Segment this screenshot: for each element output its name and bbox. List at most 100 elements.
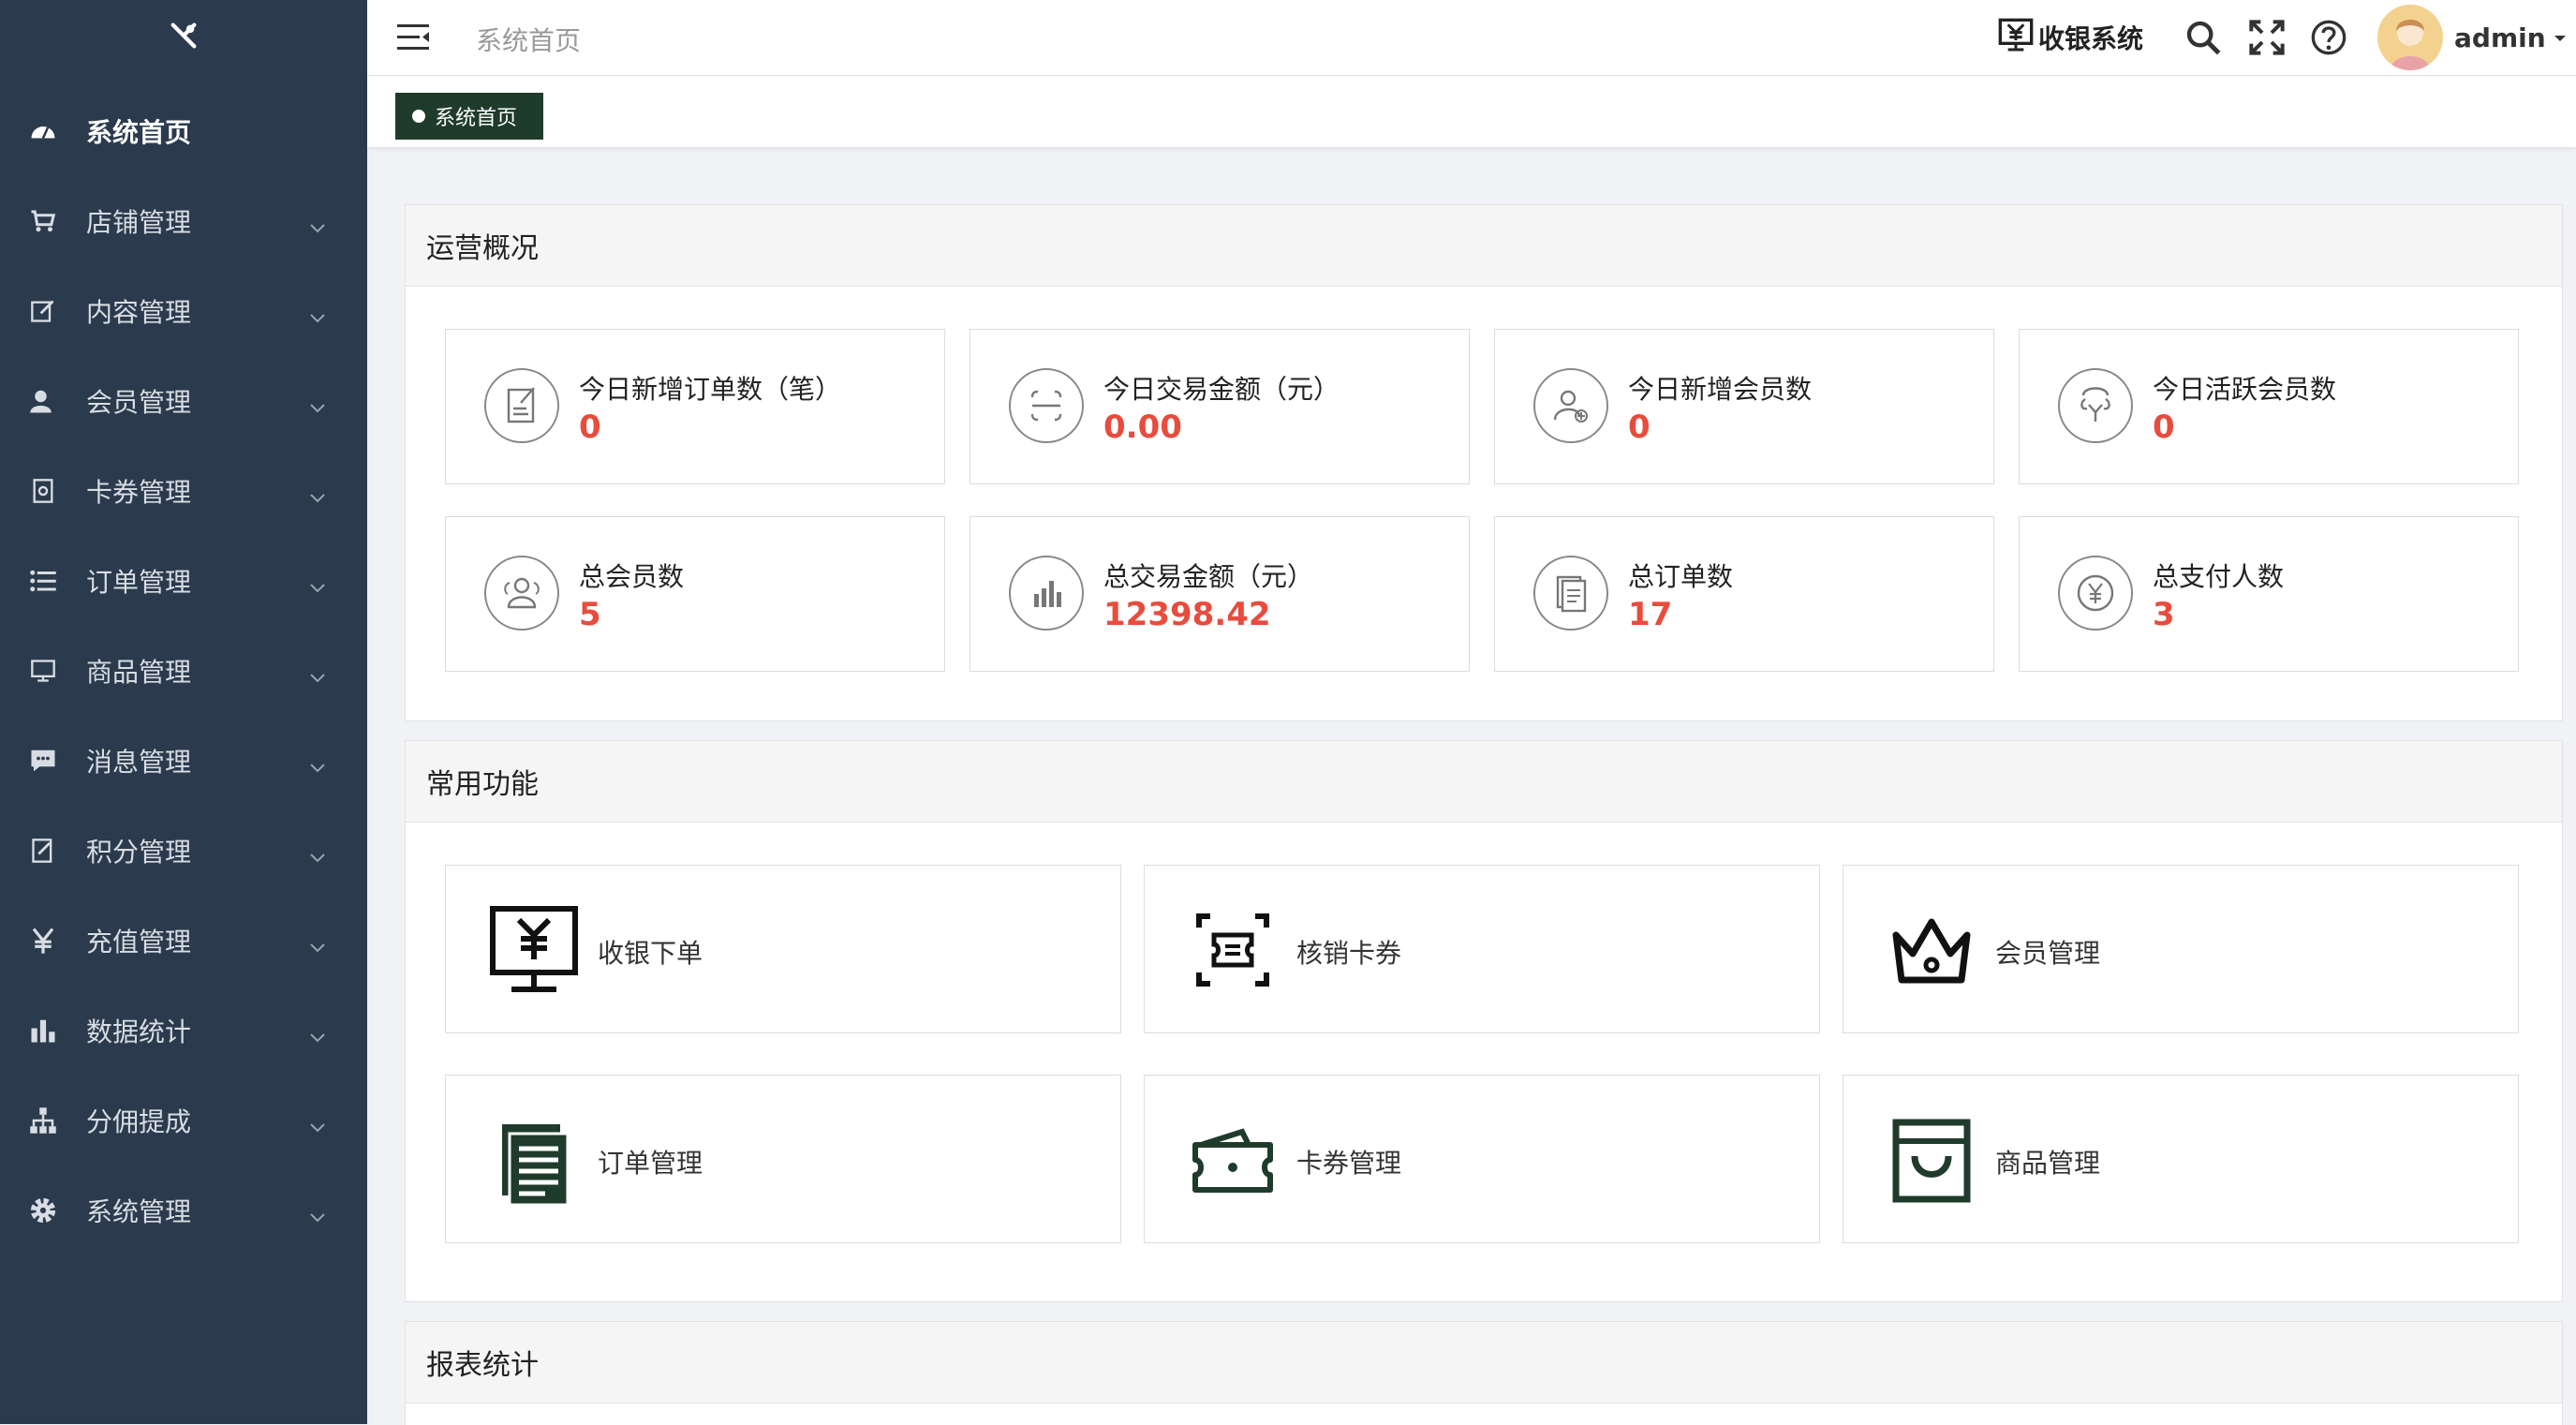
- cashier-monitor-icon: [1997, 17, 2035, 58]
- sidebar-item-label: 会员管理: [86, 387, 192, 418]
- tab-label: 系统首页: [435, 107, 518, 130]
- function-cards-button[interactable]: 卡券管理: [1144, 1075, 1820, 1243]
- chevron-down-icon: [309, 210, 326, 241]
- ticket-scan-icon: [1186, 903, 1280, 997]
- sidebar-item-label: 卡券管理: [86, 477, 192, 508]
- order-edit-icon: [483, 367, 560, 444]
- chevron-down-icon: [309, 1019, 326, 1050]
- active-member-icon: [2057, 367, 2134, 444]
- help-icon[interactable]: [2310, 19, 2347, 60]
- cashier-icon: [487, 903, 581, 997]
- search-icon[interactable]: [2184, 19, 2222, 60]
- stat-card: 今日新增会员数 0: [1494, 329, 1994, 484]
- bag-icon: [1885, 1113, 1978, 1207]
- sidebar-item-content[interactable]: 内容管理: [0, 274, 367, 349]
- bar-chart-icon: [1008, 555, 1085, 631]
- sidebar-item-label: 系统首页: [86, 117, 192, 148]
- sidebar-item-recharge[interactable]: 充值管理: [0, 903, 367, 978]
- stat-card: 总订单数 17: [1494, 516, 1994, 672]
- sidebar-item-dashboard[interactable]: 系统首页: [0, 94, 367, 169]
- sidebar: 系统首页 店铺管理 内容管理 会员管理 卡券管理 订单管理 商品管理 消息管理 …: [0, 0, 367, 1424]
- stat-label: 今日交易金额（元）: [1103, 374, 1340, 405]
- stat-value: 17: [1628, 596, 1673, 633]
- wallet-icon: [1186, 1113, 1280, 1207]
- chevron-down-icon: [309, 570, 326, 601]
- sidebar-item-commission[interactable]: 分佣提成: [0, 1083, 367, 1158]
- sidebar-item-store[interactable]: 店铺管理: [0, 184, 367, 259]
- list-icon: [28, 566, 58, 596]
- chevron-down-icon: [309, 390, 326, 421]
- sidebar-item-label: 店铺管理: [86, 207, 192, 238]
- function-label: 收银下单: [598, 938, 703, 969]
- stat-label: 今日新增订单数（笔）: [579, 374, 842, 405]
- stat-value: 12398.42: [1103, 596, 1271, 633]
- stat-value: 0: [2153, 408, 2175, 446]
- stat-value: 5: [579, 596, 601, 633]
- user-menu[interactable]: admin: [2377, 0, 2567, 75]
- chevron-down-icon: [309, 480, 326, 511]
- crown-icon: [1885, 903, 1978, 997]
- username: admin: [2454, 22, 2546, 53]
- chevron-down-icon: [309, 1199, 326, 1230]
- sidebar-item-label: 内容管理: [86, 297, 192, 328]
- overview-panel: 运营概况 今日新增订单数（笔） 0 今日交易金额（元） 0.00 今日新增会员数…: [405, 204, 2563, 721]
- stat-card: 今日新增订单数（笔） 0: [445, 329, 945, 484]
- chevron-down-icon: [309, 1109, 326, 1140]
- function-members-button[interactable]: 会员管理: [1843, 865, 2519, 1033]
- menu-toggle-icon[interactable]: [397, 22, 431, 56]
- sidebar-item-cards[interactable]: 卡券管理: [0, 453, 367, 528]
- logo[interactable]: [0, 0, 367, 75]
- sidebar-item-points[interactable]: 积分管理: [0, 813, 367, 888]
- stat-value: 0: [579, 408, 601, 446]
- sidebar-item-label: 充值管理: [86, 927, 192, 957]
- sidebar-item-orders[interactable]: 订单管理: [0, 543, 367, 618]
- top-bar: 系统首页 收银系统 admin: [367, 0, 2576, 76]
- active-dot-icon: [412, 110, 425, 123]
- points-icon: [28, 836, 58, 866]
- sidebar-item-members[interactable]: 会员管理: [0, 364, 367, 438]
- caret-down-icon: [2554, 29, 2567, 47]
- reports-title: 报表统计: [406, 1322, 2562, 1403]
- scan-icon: [1008, 367, 1085, 444]
- chevron-down-icon: [309, 750, 326, 780]
- stat-card: 今日活跃会员数 0: [2019, 329, 2519, 484]
- stat-card: 总会员数 5: [445, 516, 945, 672]
- sidebar-item-messages[interactable]: 消息管理: [0, 723, 367, 798]
- stat-value: 0: [1628, 408, 1651, 446]
- members-icon: [483, 555, 560, 631]
- function-label: 商品管理: [1995, 1148, 2101, 1179]
- cart-icon: [28, 206, 58, 236]
- yen-icon: [28, 926, 58, 956]
- stat-card: 总交易金额（元） 12398.42: [970, 516, 1470, 672]
- sidebar-item-label: 商品管理: [86, 657, 192, 688]
- yen-coin-icon: [2057, 555, 2134, 631]
- function-orders-button[interactable]: 订单管理: [445, 1075, 1121, 1243]
- breadcrumb[interactable]: 系统首页: [476, 21, 581, 58]
- sidebar-item-products[interactable]: 商品管理: [0, 633, 367, 708]
- cashier-label: 收银系统: [2038, 23, 2144, 54]
- stat-card: 今日交易金额（元） 0.00: [970, 329, 1470, 484]
- function-verify-card-button[interactable]: 核销卡券: [1144, 865, 1820, 1033]
- document-icon: [487, 1113, 581, 1207]
- functions-panel: 常用功能 收银下单 核销卡券 会员管理 订单管理 卡券管理 商品管理: [405, 740, 2563, 1302]
- sidebar-item-system[interactable]: 系统管理: [0, 1173, 367, 1248]
- add-user-icon: [1532, 367, 1609, 444]
- function-label: 会员管理: [1995, 938, 2101, 969]
- cashier-link[interactable]: 收银系统: [1997, 17, 2143, 58]
- sidebar-item-statistics[interactable]: 数据统计: [0, 993, 367, 1068]
- stat-label: 总支付人数: [2153, 561, 2285, 592]
- tab-dashboard[interactable]: 系统首页: [395, 93, 543, 140]
- clipboard-icon: [1532, 555, 1609, 631]
- tools-logo-icon: [168, 20, 200, 55]
- sitemap-icon: [28, 1106, 58, 1136]
- function-products-button[interactable]: 商品管理: [1843, 1075, 2519, 1243]
- stat-label: 今日活跃会员数: [2153, 374, 2337, 405]
- chevron-down-icon: [309, 839, 326, 870]
- function-cashier-button[interactable]: 收银下单: [445, 865, 1121, 1033]
- fullscreen-icon[interactable]: [2248, 19, 2286, 60]
- chevron-down-icon: [309, 660, 326, 690]
- stat-value: 0.00: [1103, 408, 1182, 446]
- chevron-down-icon: [309, 300, 326, 331]
- bar-chart-icon: [28, 1016, 58, 1046]
- sidebar-item-label: 分佣提成: [86, 1106, 192, 1137]
